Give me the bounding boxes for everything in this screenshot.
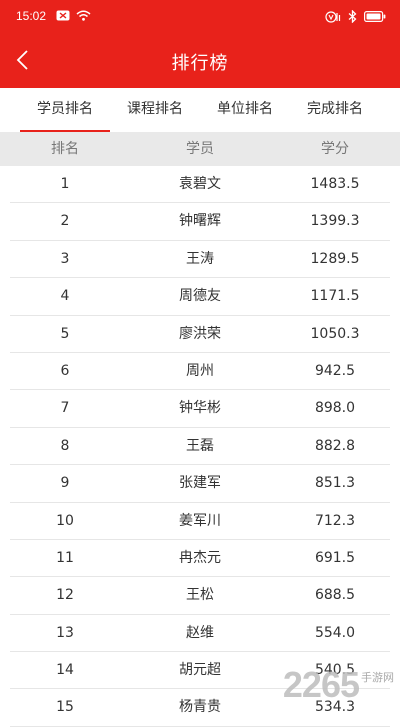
- rank-cell: 13: [56, 624, 74, 641]
- rank-cell: 3: [60, 250, 70, 267]
- tab-unit-ranking[interactable]: 单位排名: [200, 88, 290, 130]
- rank-cell: 15: [56, 699, 74, 716]
- app-header: 排行榜: [0, 34, 400, 88]
- credits-cell: 898.0: [314, 400, 356, 417]
- table-row[interactable]: 1 袁碧文 1483.5: [0, 166, 400, 204]
- student-name-cell: 姜军川: [179, 512, 221, 529]
- rank-cell: 5: [60, 325, 70, 342]
- rank-cell: 8: [60, 437, 70, 454]
- table-row[interactable]: 5 廖洪荣 1050.3: [0, 316, 400, 354]
- student-name-cell: 周德友: [179, 288, 221, 305]
- watermark-text: 手游网: [361, 671, 394, 684]
- tab-course-ranking[interactable]: 课程排名: [110, 88, 200, 130]
- tab-completion-ranking[interactable]: 完成排名: [290, 88, 380, 130]
- rank-cell: 1: [60, 176, 70, 192]
- rank-cell: 6: [60, 362, 70, 379]
- status-bar: 15:02: [0, 0, 400, 34]
- student-name-cell: 赵维: [186, 624, 214, 641]
- student-name-cell: 钟曙辉: [179, 213, 221, 230]
- credits-cell: 691.5: [314, 549, 356, 566]
- rank-cell: 7: [60, 400, 70, 417]
- rank-cell: 12: [56, 587, 74, 604]
- credits-cell: 1399.3: [310, 213, 360, 230]
- credits-cell: 1171.5: [310, 288, 360, 305]
- credits-cell: 1050.3: [310, 325, 360, 342]
- table-row[interactable]: 2 钟曙辉 1399.3: [0, 203, 400, 242]
- student-name-cell: 冉杰元: [179, 549, 221, 566]
- table-row[interactable]: 4 周德友 1171.5: [0, 278, 400, 316]
- rank-cell: 4: [60, 288, 70, 305]
- student-name-cell: 袁碧文: [179, 176, 221, 192]
- status-time: 15:02: [16, 9, 47, 23]
- battery-icon: [364, 11, 386, 22]
- student-name-cell: 胡元超: [179, 662, 221, 679]
- wifi-icon: [76, 10, 91, 21]
- table-row[interactable]: 6 周州 942.5: [0, 353, 400, 391]
- table-row[interactable]: 8 王磊 882.8: [0, 428, 400, 466]
- watermark-number: 2265: [282, 664, 360, 705]
- student-name-cell: 王松: [186, 587, 214, 604]
- watermark: 2265 手游网: [283, 667, 394, 703]
- student-name-cell: 钟华彬: [179, 400, 221, 417]
- bluetooth-icon: [348, 10, 357, 23]
- notification-icon: [56, 10, 70, 21]
- table-row[interactable]: 11 冉杰元 691.5: [0, 540, 400, 578]
- table-row[interactable]: 9 张建军 851.3: [0, 465, 400, 503]
- rank-cell: 9: [60, 475, 70, 492]
- table-row[interactable]: 12 王松 688.5: [0, 577, 400, 616]
- tab-student-ranking[interactable]: 学员排名: [20, 88, 110, 132]
- credits-cell: 712.3: [314, 512, 356, 529]
- credits-cell: 1483.5: [310, 176, 360, 192]
- table-row[interactable]: 3 王涛 1289.5: [0, 241, 400, 279]
- rank-cell: 11: [56, 549, 74, 566]
- credits-cell: 882.8: [314, 437, 356, 454]
- column-header-credits: 学分: [321, 141, 349, 157]
- credits-cell: 851.3: [314, 475, 356, 492]
- column-header-rank: 排名: [51, 141, 79, 157]
- credits-cell: 1289.5: [310, 250, 360, 267]
- table-row[interactable]: 13 赵维 554.0: [0, 615, 400, 653]
- student-name-cell: 周州: [186, 362, 214, 379]
- hd-call-icon: [325, 10, 341, 23]
- credits-cell: 942.5: [314, 362, 356, 379]
- tab-bar: 学员排名 课程排名 单位排名 完成排名: [0, 88, 400, 132]
- ranking-table: 1 袁碧文 1483.5 2 钟曙辉 1399.3 3 王涛 1289.5 4 周德友 1171.5 5…: [0, 166, 400, 727]
- rank-cell: 14: [56, 662, 74, 679]
- rank-cell: 2: [60, 213, 70, 230]
- table-row[interactable]: 10 姜军川 712.3: [0, 503, 400, 541]
- student-name-cell: 廖洪荣: [179, 325, 221, 342]
- column-header-student: 学员: [186, 141, 214, 157]
- table-header: 排名 学员 学分: [0, 132, 400, 166]
- page-title: 排行榜: [171, 53, 229, 74]
- table-row[interactable]: 7 钟华彬 898.0: [0, 390, 400, 429]
- credits-cell: 554.0: [314, 624, 356, 641]
- credits-cell: 688.5: [314, 587, 356, 604]
- rank-cell: 10: [56, 512, 74, 529]
- student-name-cell: 王磊: [186, 437, 214, 454]
- student-name-cell: 杨青贵: [179, 699, 221, 716]
- student-name-cell: 张建军: [179, 475, 221, 492]
- student-name-cell: 王涛: [186, 250, 214, 267]
